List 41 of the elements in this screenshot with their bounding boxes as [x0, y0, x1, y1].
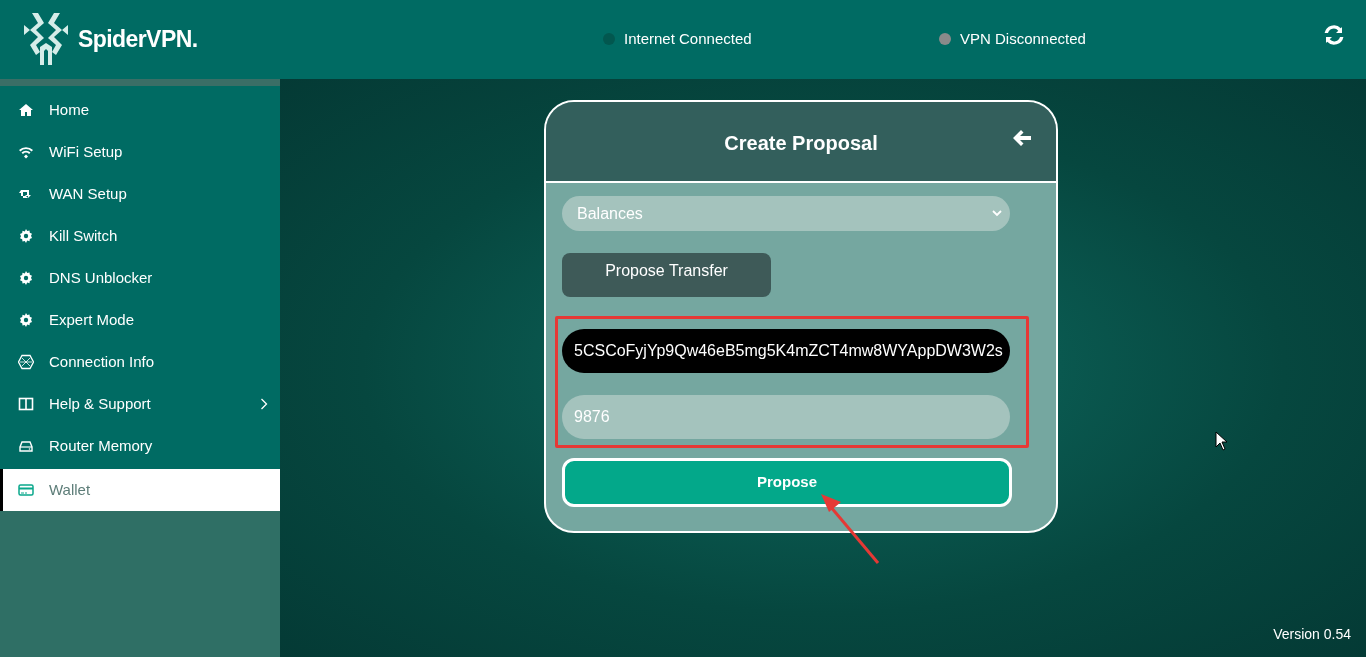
sidebar-label: Expert Mode [49, 309, 135, 330]
sidebar-label: Kill Switch [49, 225, 118, 246]
sidebar-item[interactable]: Help & Support [0, 383, 280, 425]
address-field[interactable]: 5CSCoFyjYp9Qw46eB5mg5K4mZCT4mw8WYAppDW3W2s [562, 329, 1010, 373]
settings-icon [18, 270, 34, 286]
sidebar-item[interactable]: Kill Switch [0, 215, 280, 257]
sidebar-item[interactable]: WAN Setup [0, 173, 280, 215]
home-icon [18, 102, 34, 118]
sidebar-item[interactable]: DNS Unblocker [0, 257, 280, 299]
columns-icon [18, 396, 34, 412]
propose-transfer-button[interactable]: Propose Transfer [562, 253, 771, 297]
hexagon-icon [18, 354, 34, 370]
sidebar-label: Router Memory [49, 435, 153, 456]
settings-icon [18, 312, 34, 328]
version-label: Version 0.54 [1273, 625, 1351, 644]
sidebar-label: WAN Setup [49, 183, 127, 204]
sidebar-label: Help & Support [49, 393, 151, 414]
brand-name: SpiderVPN. [78, 25, 198, 55]
card-title: Create Proposal [724, 130, 878, 156]
chevron-down-icon [992, 210, 1002, 217]
back-arrow-icon[interactable] [1012, 129, 1032, 147]
sidebar-label: DNS Unblocker [49, 267, 153, 288]
sidebar-item[interactable]: WiFi Setup [0, 131, 280, 173]
drive-icon [18, 438, 34, 454]
mouse-cursor-icon [1215, 431, 1228, 451]
wifi-icon [18, 144, 34, 160]
sidebar-item[interactable]: Wallet [0, 469, 280, 511]
sidebar-item[interactable]: Connection Info [0, 341, 280, 383]
status-label: VPN Disconnected [960, 29, 1086, 49]
settings-icon [18, 228, 34, 244]
status-label: Internet Connected [624, 29, 752, 49]
sidebar-item[interactable]: Home [0, 89, 280, 131]
sidebar-label: Connection Info [49, 351, 155, 372]
card-icon [18, 482, 34, 498]
sidebar-item[interactable]: Router Memory [0, 425, 280, 467]
sidebar-label: WiFi Setup [49, 141, 123, 162]
refresh-icon[interactable] [1322, 23, 1346, 47]
sidebar-label: Wallet [49, 479, 91, 500]
select-value: Balances [577, 203, 644, 224]
sidebar-label: Home [49, 99, 89, 120]
sidebar-item[interactable]: Expert Mode [0, 299, 280, 341]
